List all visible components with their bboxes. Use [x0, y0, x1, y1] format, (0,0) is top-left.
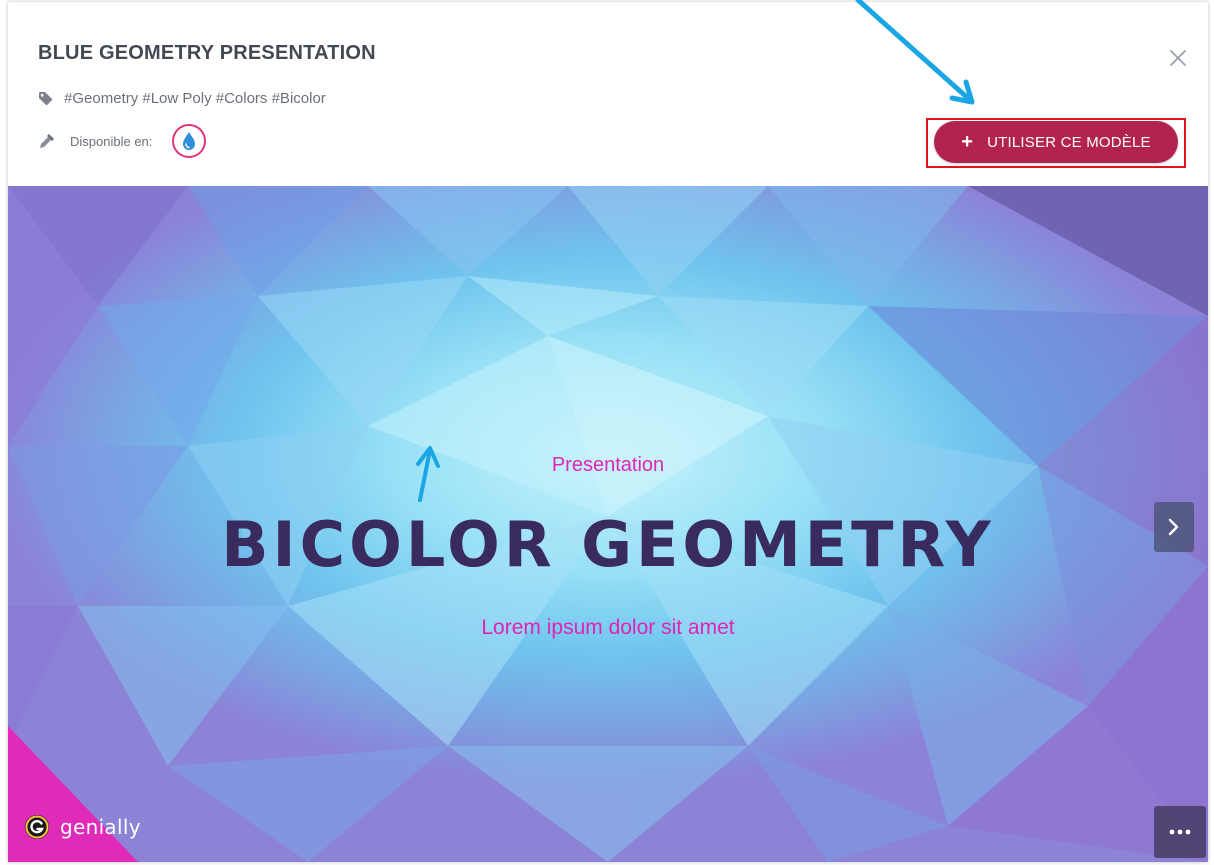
genially-brand: genially	[60, 815, 141, 839]
slide-body-text: Lorem ipsum dolor sit amet	[481, 616, 735, 639]
tags-text: #Geometry #Low Poly #Colors #Bicolor	[64, 90, 326, 107]
next-slide-button[interactable]	[1154, 502, 1194, 552]
tags-row: #Geometry #Low Poly #Colors #Bicolor	[38, 90, 326, 107]
modal-header: BLUE GEOMETRY PRESENTATION #Geometry #Lo…	[8, 2, 1208, 186]
theme-option-blue[interactable]	[172, 124, 207, 158]
close-button[interactable]	[1166, 46, 1190, 70]
page-title: BLUE GEOMETRY PRESENTATION	[38, 42, 376, 64]
close-icon	[1170, 50, 1186, 66]
slide-preview: Presentation BICOLOR GEOMETRY Lorem ipsu…	[8, 186, 1208, 862]
more-dots-icon	[1169, 829, 1191, 835]
use-template-label: UTILISER CE MODÈLE	[987, 133, 1151, 151]
chevron-right-icon	[1168, 518, 1179, 536]
slide-title: BICOLOR GEOMETRY	[221, 508, 995, 581]
use-template-button[interactable]: + UTILISER CE MODÈLE	[934, 121, 1178, 163]
available-label: Disponible en:	[70, 133, 153, 149]
color-dropper-icon	[38, 132, 56, 150]
plus-icon: +	[961, 131, 974, 153]
genially-logo: genially	[24, 814, 141, 840]
more-options-button[interactable]	[1154, 806, 1206, 858]
genially-logo-icon	[25, 815, 49, 839]
water-drop-icon	[183, 132, 196, 150]
slide-subtitle: Presentation	[551, 454, 665, 476]
template-preview-modal: BLUE GEOMETRY PRESENTATION #Geometry #Lo…	[8, 2, 1208, 862]
tag-icon	[38, 91, 54, 107]
available-row: Disponible en:	[38, 124, 207, 158]
